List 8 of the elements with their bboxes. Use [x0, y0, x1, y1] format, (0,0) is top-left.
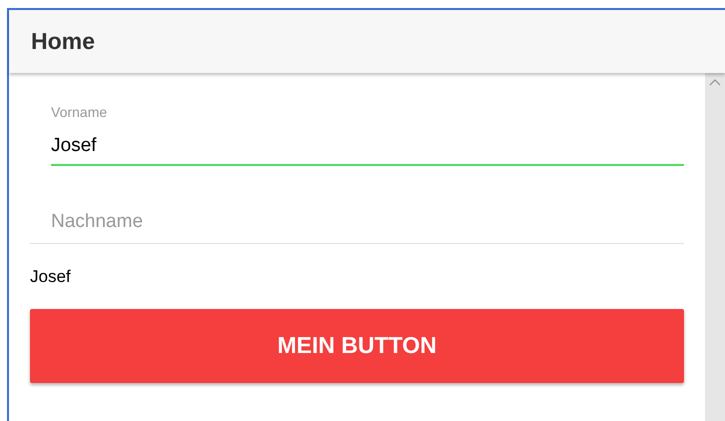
main-button[interactable]: MEIN BUTTON	[30, 308, 684, 382]
scroll-up-icon[interactable]	[709, 79, 721, 86]
output-text: Josef	[30, 266, 71, 288]
scrollbar[interactable]	[705, 73, 725, 421]
input-field[interactable]: Nachname	[30, 209, 684, 244]
field-label: Vorname	[51, 103, 108, 121]
page-title: Home	[31, 27, 95, 56]
input-field[interactable]: Josef	[51, 133, 684, 166]
